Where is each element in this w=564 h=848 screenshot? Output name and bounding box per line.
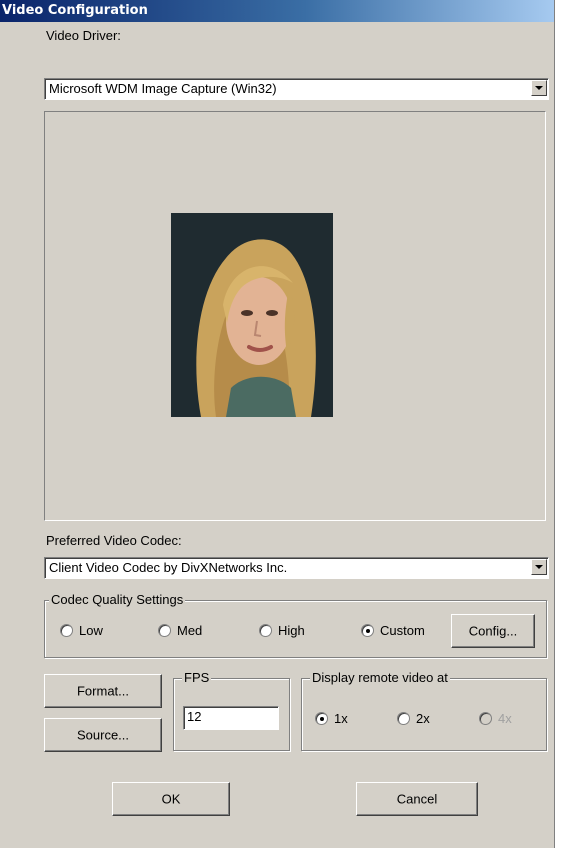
radio-icon — [479, 712, 492, 726]
display-remote-title: Display remote video at — [310, 670, 450, 685]
video-configuration-dialog: Video Configuration Video Driver: Micros… — [0, 0, 555, 848]
display-radio-1x[interactable]: 1x — [315, 710, 348, 726]
radio-icon[interactable] — [397, 712, 410, 726]
quality-radio-med[interactable]: Med — [158, 622, 202, 638]
display-radio-4x: 4x — [479, 710, 512, 726]
quality-radio-low[interactable]: Low — [60, 622, 103, 638]
webcam-preview-image — [171, 213, 333, 417]
video-driver-value: Microsoft WDM Image Capture (Win32) — [49, 81, 277, 96]
codec-quality-title: Codec Quality Settings — [49, 592, 186, 607]
quality-radio-custom[interactable]: Custom — [361, 622, 425, 638]
fps-input[interactable]: 12 — [183, 706, 279, 730]
fps-title: FPS — [182, 670, 212, 685]
video-driver-dropdown[interactable]: Microsoft WDM Image Capture (Win32) — [44, 78, 549, 100]
radio-selected-icon[interactable] — [361, 624, 374, 638]
radio-selected-icon[interactable] — [315, 712, 328, 726]
radio-icon[interactable] — [158, 624, 171, 638]
ok-button[interactable]: OK — [112, 782, 230, 816]
chevron-down-icon[interactable] — [531, 80, 547, 96]
face-image-icon — [171, 213, 333, 417]
radio-icon[interactable] — [259, 624, 272, 638]
window-title: Video Configuration — [2, 3, 148, 18]
title-bar[interactable]: Video Configuration — [0, 0, 554, 22]
codec-value: Client Video Codec by DivXNetworks Inc. — [49, 560, 288, 575]
format-button[interactable]: Format... — [44, 674, 162, 708]
codec-label: Preferred Video Codec: — [46, 533, 182, 548]
source-button[interactable]: Source... — [44, 718, 162, 752]
codec-dropdown[interactable]: Client Video Codec by DivXNetworks Inc. — [44, 557, 549, 579]
video-driver-label: Video Driver: — [46, 28, 121, 43]
config-button[interactable]: Config... — [451, 614, 535, 648]
quality-radio-high[interactable]: High — [259, 622, 305, 638]
display-radio-2x[interactable]: 2x — [397, 710, 430, 726]
cancel-button[interactable]: Cancel — [356, 782, 478, 816]
chevron-down-icon[interactable] — [531, 559, 547, 575]
radio-icon[interactable] — [60, 624, 73, 638]
